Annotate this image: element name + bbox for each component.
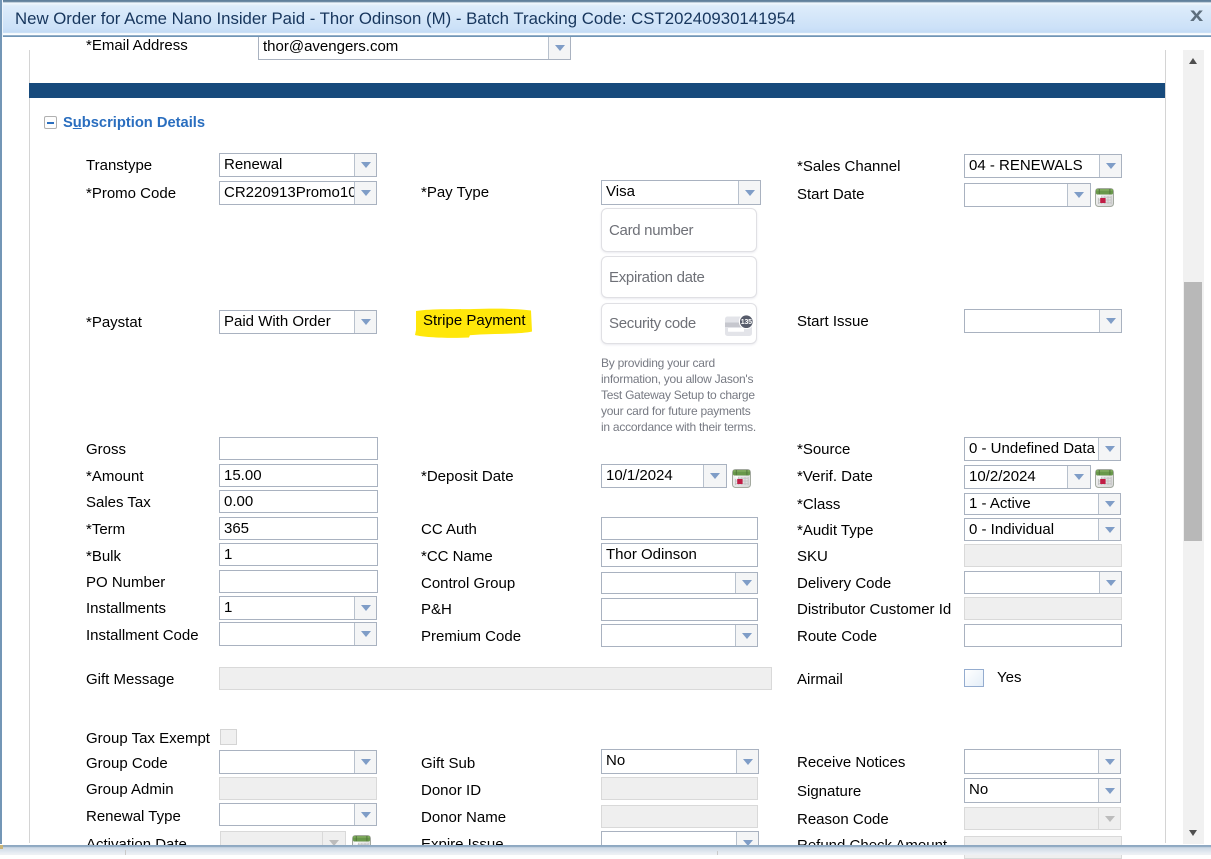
svg-text:135: 135 — [741, 319, 752, 326]
